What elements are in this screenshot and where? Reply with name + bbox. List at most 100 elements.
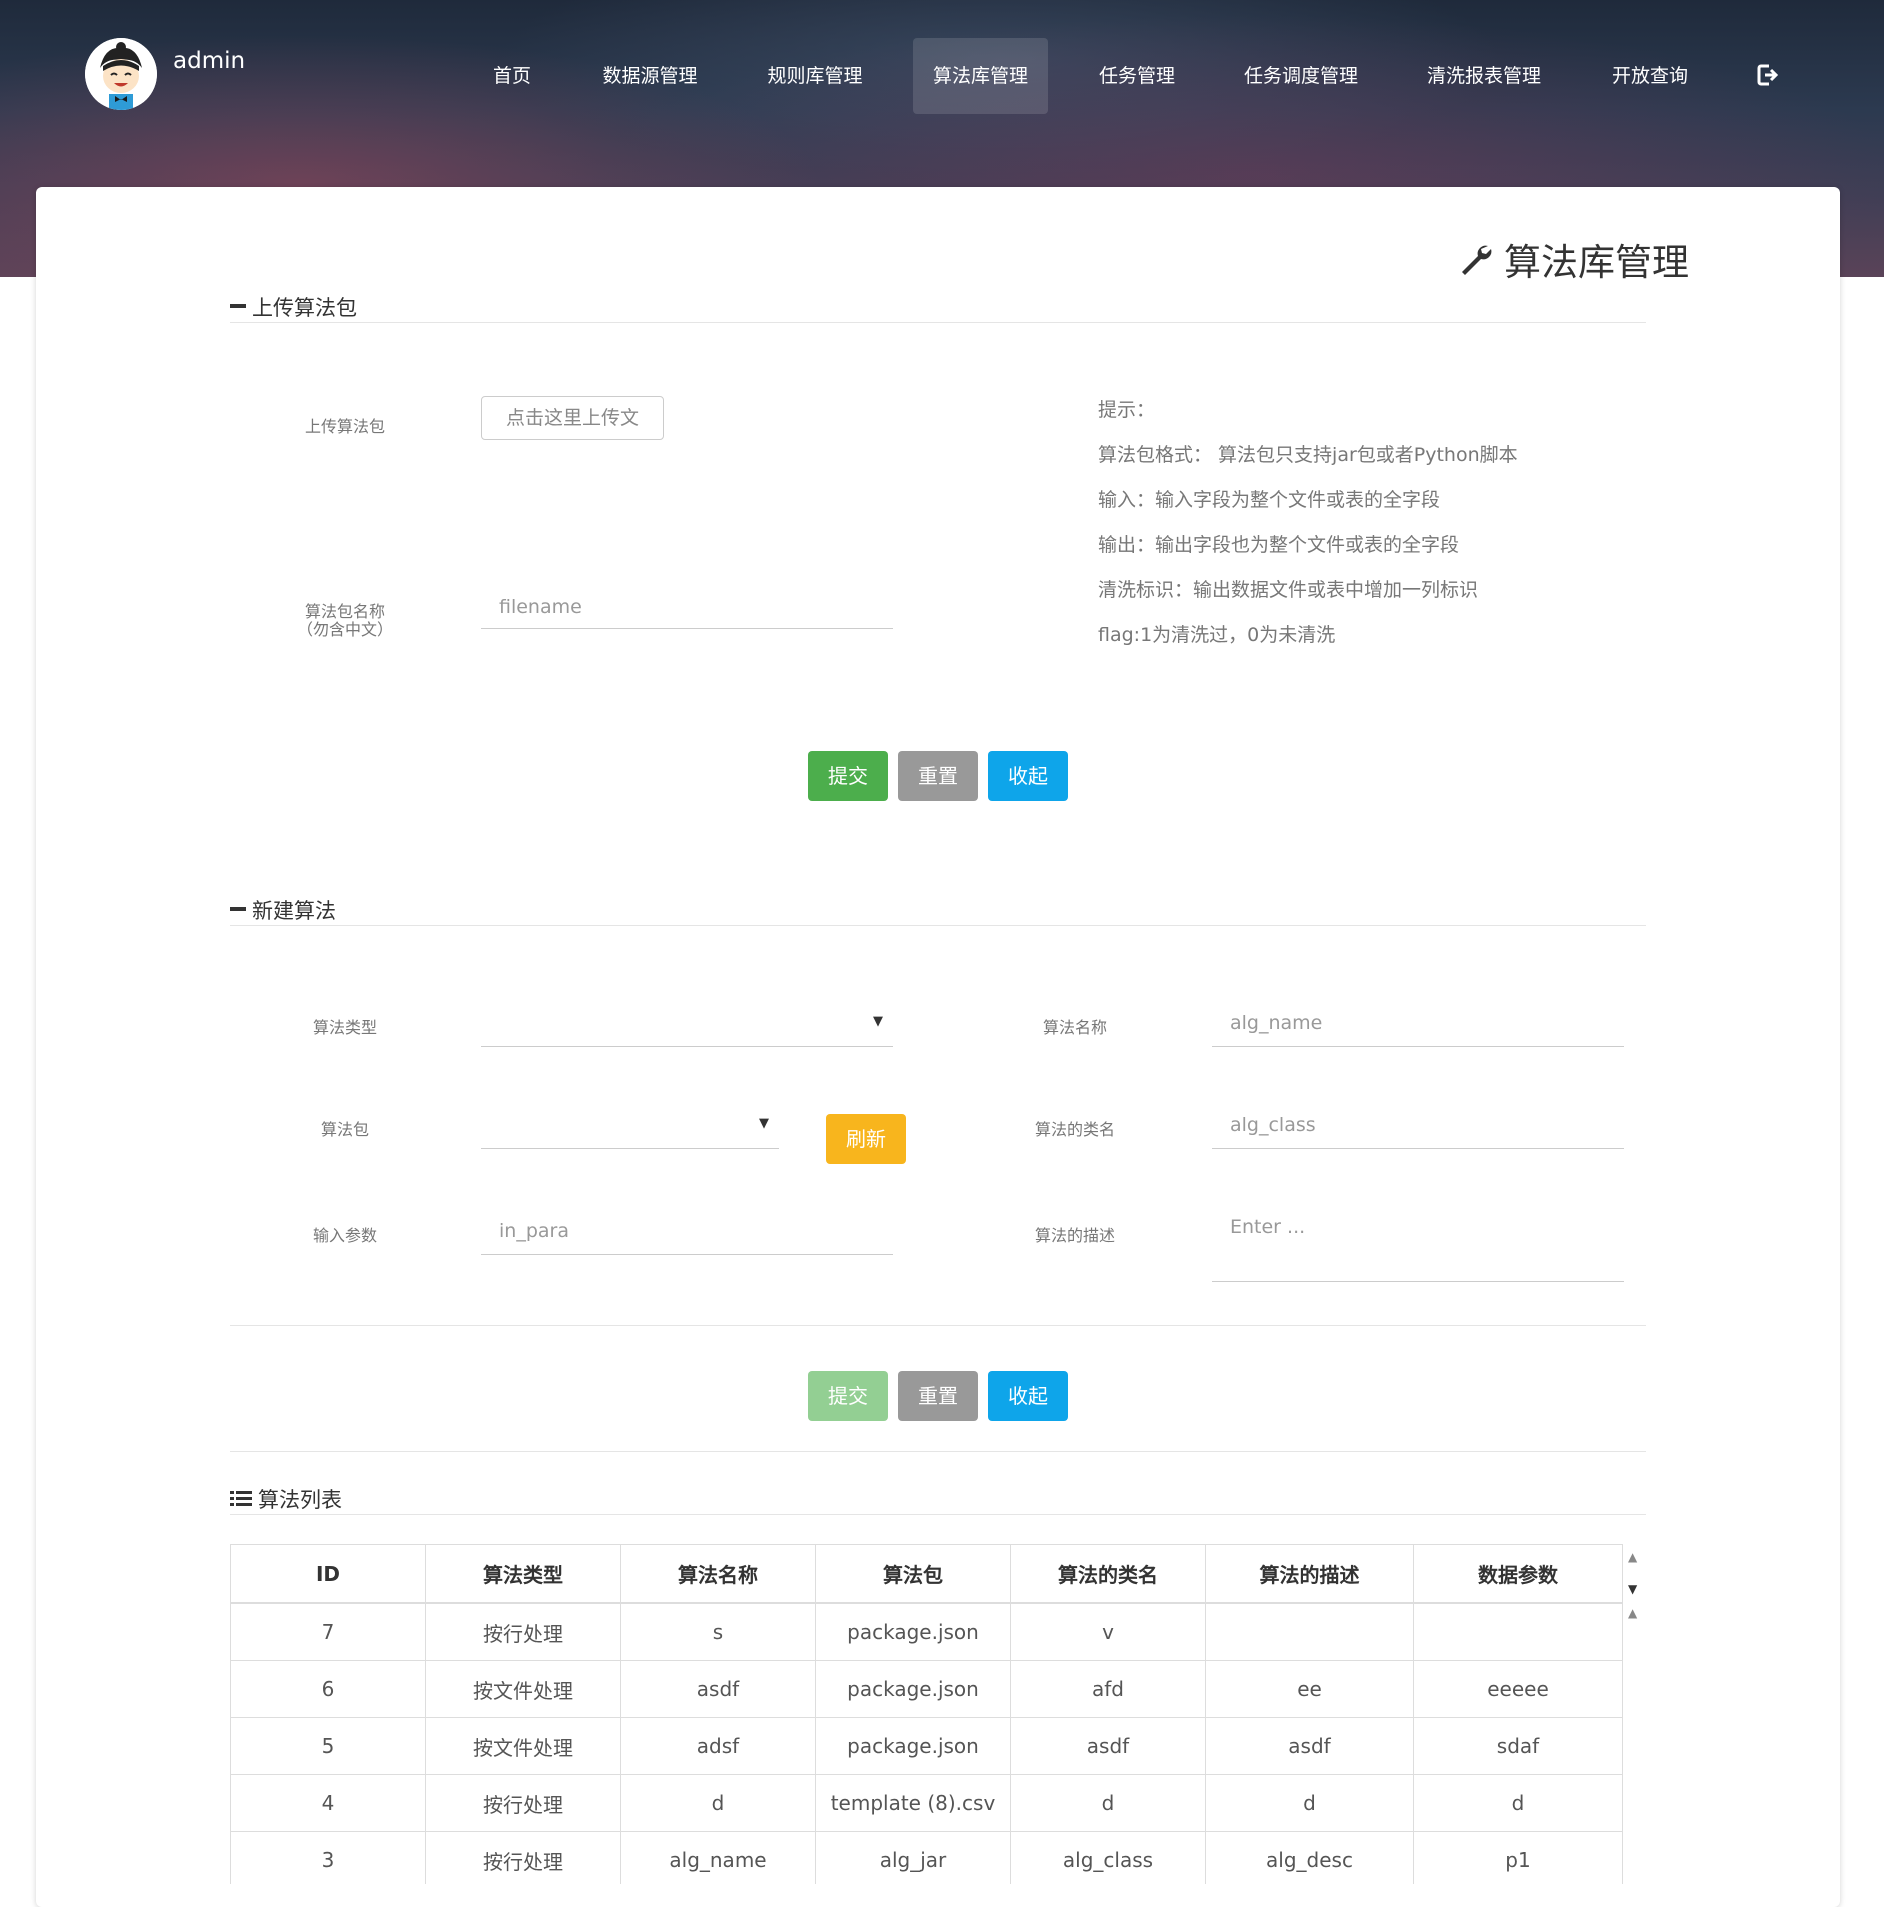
table-cell	[1413, 1602, 1623, 1661]
tip-line: 输出：输出字段也为整个文件或表的全字段	[1098, 534, 1460, 556]
minus-icon	[230, 304, 246, 308]
table-cell	[1205, 1602, 1414, 1661]
nav-rules[interactable]: 规则库管理	[755, 38, 875, 114]
username: admin	[173, 48, 246, 74]
scroll-up-icon[interactable]: ▲	[1628, 1606, 1637, 1620]
column-header[interactable]: 算法的类名	[1010, 1544, 1206, 1604]
table-cell: 6	[230, 1660, 426, 1718]
input-param-input[interactable]	[481, 1208, 893, 1255]
table-cell: 按文件处理	[425, 1717, 621, 1775]
nav-tasks[interactable]: 任务管理	[1087, 38, 1187, 114]
refresh-button[interactable]: 刷新	[826, 1114, 906, 1164]
new-section-title: 新建算法	[252, 899, 336, 923]
alg-package-label: 算法包	[320, 1120, 369, 1139]
package-name-label-line1: 算法包名称	[304, 602, 385, 621]
new-section-header[interactable]: 新建算法	[230, 895, 1646, 926]
table-row[interactable]: 4 按行处理 d template (8).csv d d d	[230, 1774, 1623, 1832]
tip-line: 提示：	[1098, 399, 1156, 421]
minus-icon	[230, 907, 246, 911]
table-cell: 按行处理	[425, 1831, 621, 1884]
table-cell: alg_desc	[1205, 1831, 1414, 1884]
nav-reports[interactable]: 清洗报表管理	[1418, 38, 1550, 114]
table-cell: 按行处理	[425, 1774, 621, 1832]
chevron-down-icon: ▼	[759, 1116, 769, 1131]
table-scrollbar[interactable]: ▲ ▼ ▲	[1622, 1544, 1646, 1884]
logout-icon[interactable]	[1755, 62, 1781, 88]
upload-submit-button[interactable]: 提交	[808, 751, 888, 801]
table-cell: template (8).csv	[815, 1774, 1011, 1832]
alg-desc-label: 算法的描述	[1034, 1226, 1115, 1245]
alg-type-select[interactable]: ▼	[481, 1008, 893, 1047]
column-header[interactable]: 算法包	[815, 1544, 1011, 1604]
table-cell: package.json	[815, 1717, 1011, 1775]
alg-class-input[interactable]	[1212, 1102, 1624, 1149]
table-cell: package.json	[815, 1602, 1011, 1661]
tip-line: 输入：输入字段为整个文件或表的全字段	[1098, 489, 1441, 511]
alg-desc-textarea[interactable]	[1212, 1206, 1624, 1282]
nav-open-query[interactable]: 开放查询	[1602, 38, 1698, 114]
table-cell: asdf	[620, 1660, 816, 1718]
table-cell: 7	[230, 1602, 426, 1661]
nav-home[interactable]: 首页	[480, 38, 544, 114]
column-header[interactable]: ID	[230, 1544, 426, 1604]
upload-section-header[interactable]: 上传算法包	[230, 292, 1646, 323]
avatar[interactable]	[85, 38, 157, 110]
table-row[interactable]: 3 按行处理 alg_name alg_jar alg_class alg_de…	[230, 1831, 1623, 1884]
table-cell: v	[1010, 1602, 1206, 1661]
table-cell: d	[1010, 1774, 1206, 1832]
table-cell: afd	[1010, 1660, 1206, 1718]
tip-line: flag:1为清洗过，0为未清洗	[1098, 624, 1336, 646]
new-submit-button[interactable]: 提交	[808, 1371, 888, 1421]
table-cell: alg_class	[1010, 1831, 1206, 1884]
table-row[interactable]: 5 按文件处理 adsf package.json asdf asdf sdaf	[230, 1717, 1623, 1775]
table-cell: 3	[230, 1831, 426, 1884]
chevron-down-icon: ▼	[873, 1014, 883, 1029]
new-collapse-button[interactable]: 收起	[988, 1371, 1068, 1421]
upload-collapse-button[interactable]: 收起	[988, 751, 1068, 801]
table-cell: 按文件处理	[425, 1660, 621, 1718]
column-header[interactable]: 算法的描述	[1205, 1544, 1414, 1604]
table-cell: d	[1205, 1774, 1414, 1832]
scroll-down-icon[interactable]: ▼	[1628, 1582, 1637, 1596]
table-cell: s	[620, 1602, 816, 1661]
column-header[interactable]: 数据参数	[1413, 1544, 1623, 1604]
alg-package-select[interactable]: ▼	[481, 1110, 779, 1149]
scroll-up-icon[interactable]: ▲	[1628, 1550, 1637, 1564]
package-name-input[interactable]	[481, 585, 893, 629]
nav-scheduling[interactable]: 任务调度管理	[1235, 38, 1367, 114]
input-param-label: 输入参数	[312, 1226, 377, 1245]
table-cell: alg_jar	[815, 1831, 1011, 1884]
upload-tips: 提示： 算法包格式： 算法包只支持jar包或者Python脚本 输入：输入字段为…	[1098, 395, 1518, 665]
alg-type-label: 算法类型	[312, 1018, 377, 1037]
alg-class-label: 算法的类名	[1034, 1120, 1115, 1139]
upload-reset-button[interactable]: 重置	[898, 751, 978, 801]
tip-line: 清洗标识：输出数据文件或表中增加一列标识	[1098, 579, 1479, 601]
table-cell: adsf	[620, 1717, 816, 1775]
nav-algorithms[interactable]: 算法库管理	[913, 38, 1048, 114]
table-cell: asdf	[1205, 1717, 1414, 1775]
page-title-text: 算法库管理	[1504, 241, 1689, 284]
table-cell: alg_name	[620, 1831, 816, 1884]
table-row[interactable]: 6 按文件处理 asdf package.json afd ee eeeee	[230, 1660, 1623, 1718]
column-header[interactable]: 算法类型	[425, 1544, 621, 1604]
algorithm-table: ID 算法类型 算法名称 算法包 算法的类名 算法的描述 数据参数 7 按行处理…	[230, 1544, 1623, 1884]
nav-datasource[interactable]: 数据源管理	[590, 38, 710, 114]
new-reset-button[interactable]: 重置	[898, 1371, 978, 1421]
upload-file-button[interactable]: 点击这里上传文	[481, 396, 664, 440]
table-header-row: ID 算法类型 算法名称 算法包 算法的类名 算法的描述 数据参数	[230, 1544, 1623, 1604]
table-cell: d	[620, 1774, 816, 1832]
table-cell: p1	[1413, 1831, 1623, 1884]
package-name-label-line2: （勿含中文）	[296, 620, 393, 639]
tip-line: 算法包格式： 算法包只支持jar包或者Python脚本	[1098, 444, 1518, 466]
table-cell: ee	[1205, 1660, 1414, 1718]
upload-section-title: 上传算法包	[252, 296, 357, 320]
alg-name-input[interactable]	[1212, 1000, 1624, 1047]
table-cell: 按行处理	[425, 1602, 621, 1661]
list-section-header: 算法列表	[230, 1484, 1646, 1515]
table-row[interactable]: 7 按行处理 s package.json v	[230, 1602, 1623, 1661]
column-header[interactable]: 算法名称	[620, 1544, 816, 1604]
wrench-icon	[1462, 245, 1492, 275]
avatar-image	[85, 38, 157, 110]
page-title: 算法库管理	[1458, 232, 1689, 286]
table-cell: package.json	[815, 1660, 1011, 1718]
